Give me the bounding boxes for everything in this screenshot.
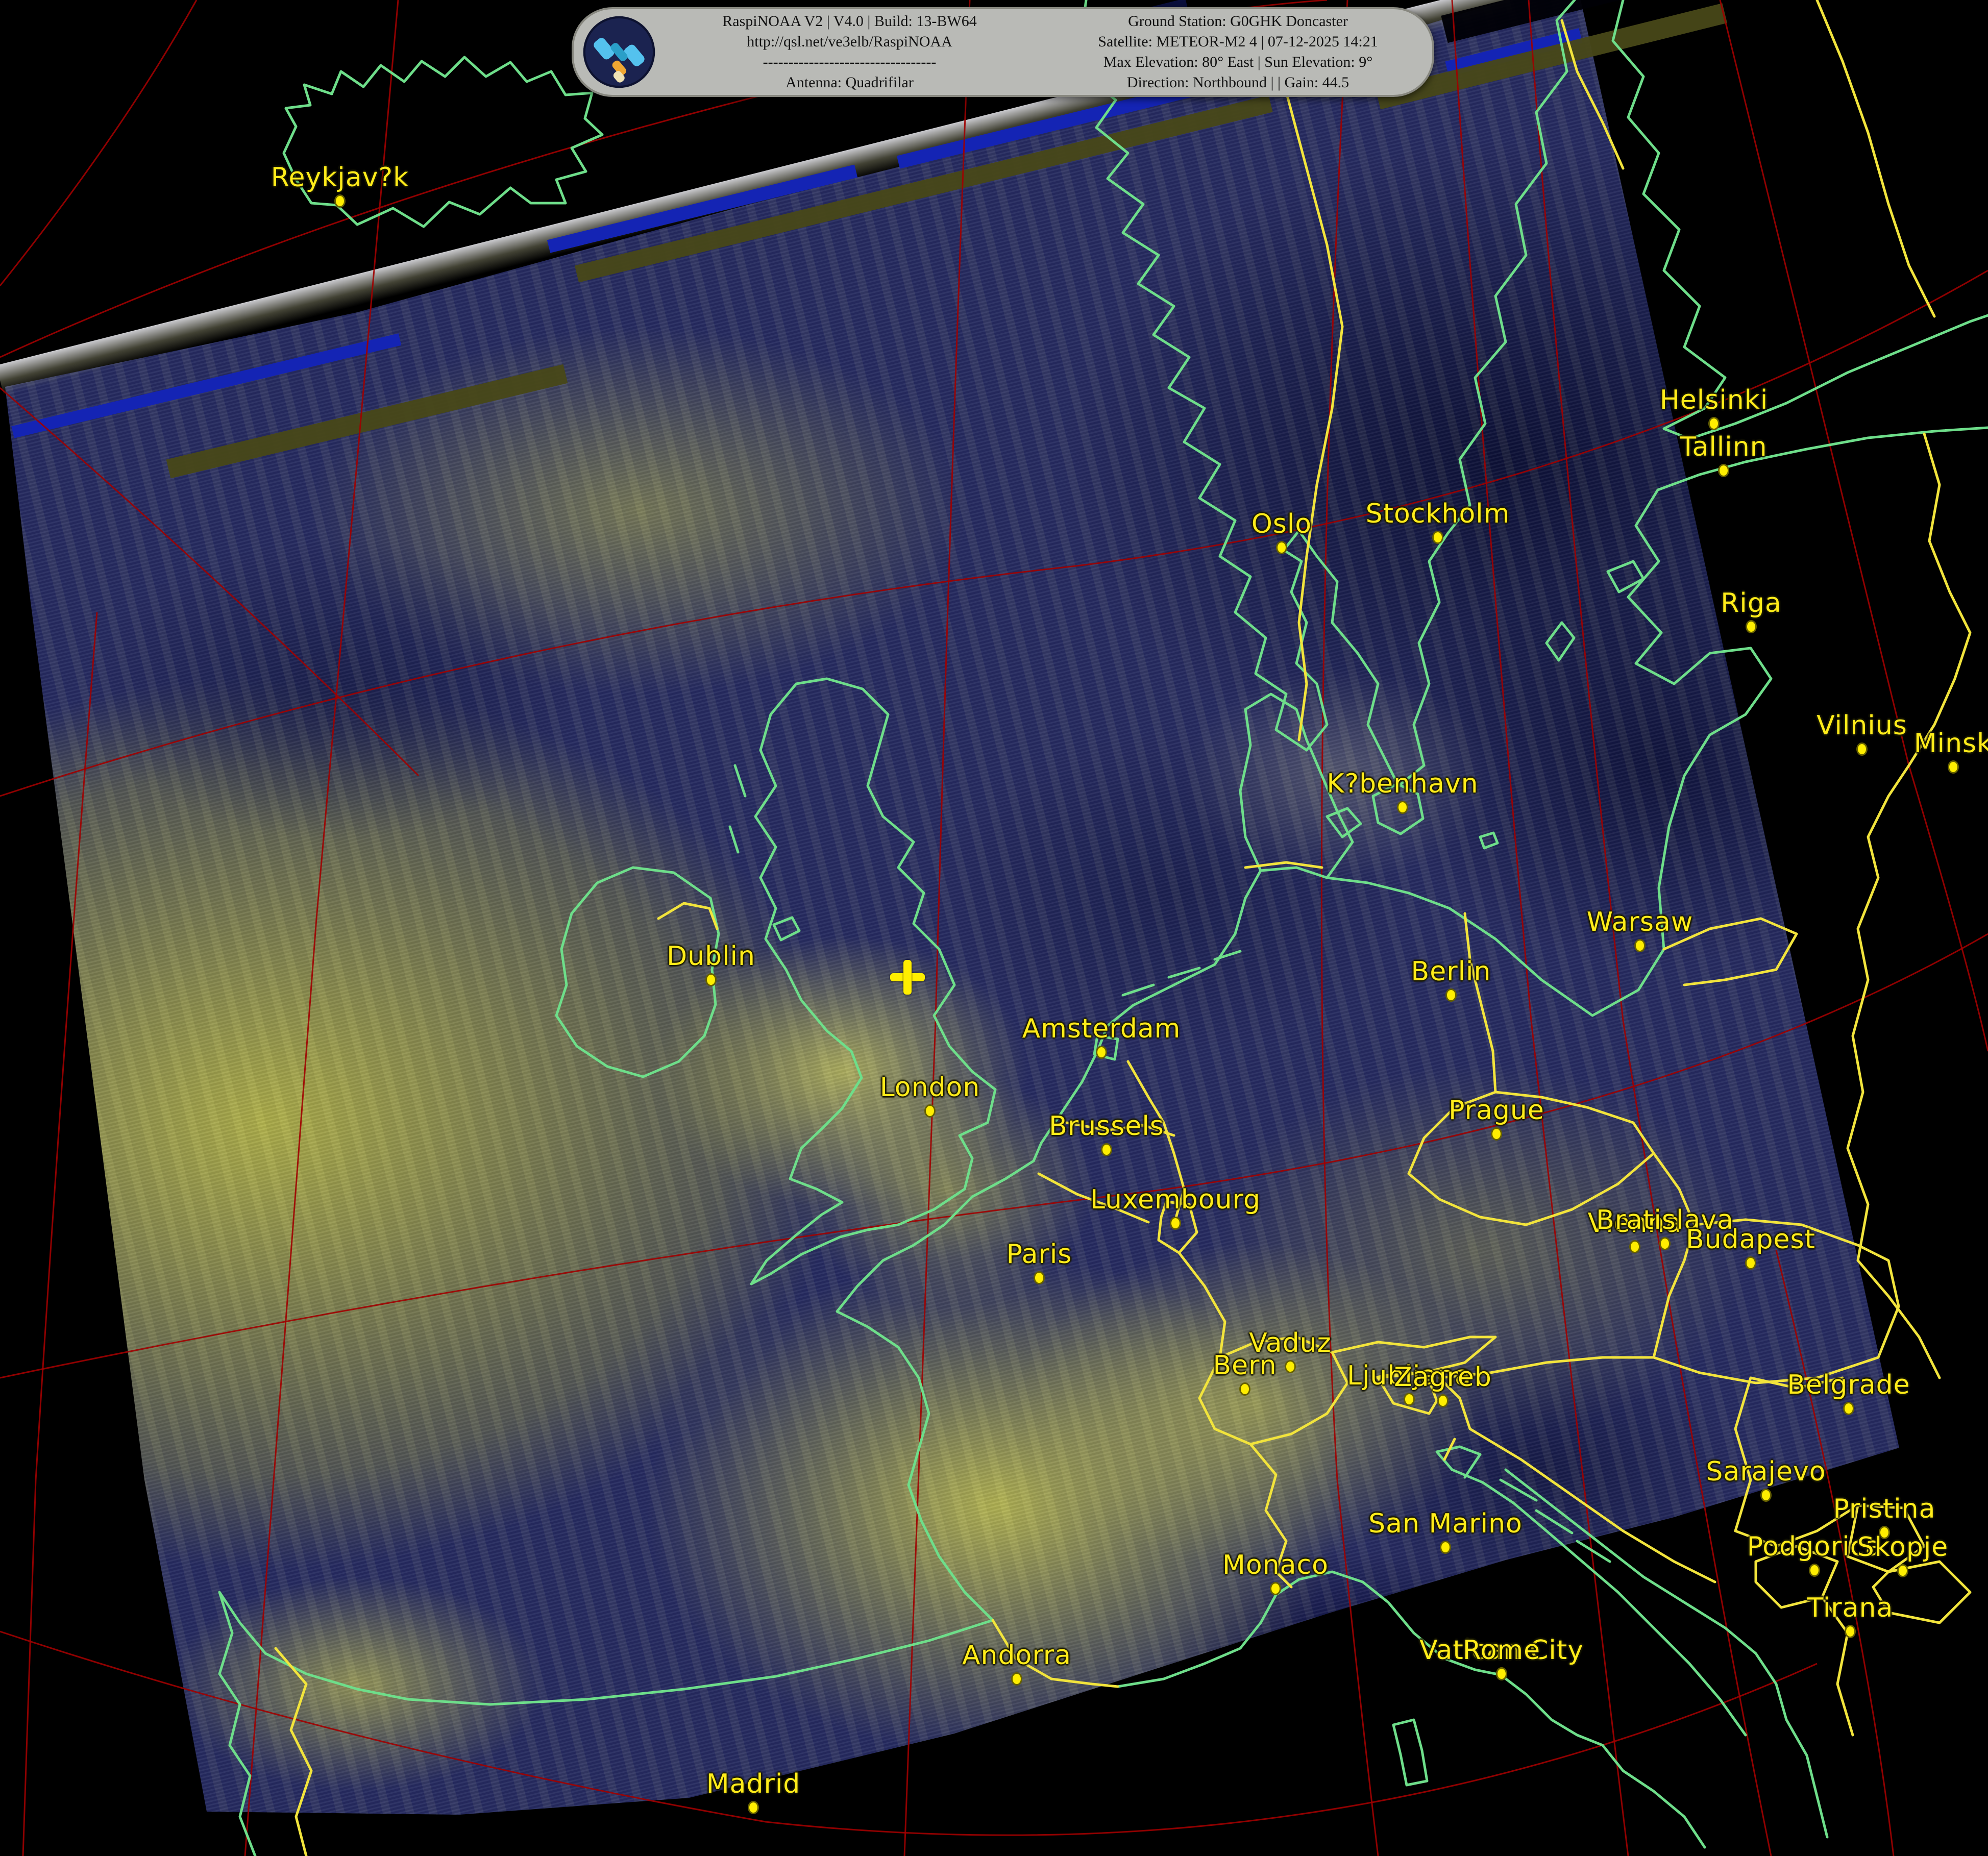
city-label: Reykjav?k xyxy=(271,162,409,193)
city-label: Belgrade xyxy=(1787,1370,1910,1400)
city-marker-dot xyxy=(1718,464,1729,477)
city-marker-dot xyxy=(1809,1564,1820,1577)
city-label: Minsk xyxy=(1914,728,1988,759)
city-label: Tirana xyxy=(1807,1593,1894,1623)
city-marker-dot xyxy=(1843,1402,1854,1415)
banner-line: Max Elevation: 80° East | Sun Elevation:… xyxy=(1044,52,1432,72)
banner-line: Antenna: Quadrifilar xyxy=(655,72,1044,93)
city-marker-dot xyxy=(1432,531,1443,544)
city-marker-dot xyxy=(1276,541,1287,554)
city-marker-dot xyxy=(1440,1541,1451,1554)
city-marker-dot xyxy=(1397,801,1408,814)
raspinoaa-capture-screen: Reykjav?k Oslo Stockholm Helsinki Tallinn Rig… xyxy=(0,0,1988,1856)
city-label: Rome xyxy=(1463,1635,1540,1666)
banner-line: Ground Station: G0GHK Doncaster xyxy=(1044,11,1432,32)
city-label: Stockholm xyxy=(1366,499,1510,529)
city-label: Monaco xyxy=(1222,1550,1329,1580)
city-marker-dot xyxy=(1897,1564,1908,1577)
city-marker-dot xyxy=(1445,988,1457,1002)
cross-bar xyxy=(903,960,912,995)
banner-left-column: RaspiNOAA V2 | V4.0 | Build: 13-BW64 htt… xyxy=(655,11,1044,93)
city-marker-dot xyxy=(705,973,717,986)
city-label: Skopje xyxy=(1857,1532,1949,1563)
city-marker-dot xyxy=(1404,1393,1415,1406)
info-banner: RaspiNOAA V2 | V4.0 | Build: 13-BW64 htt… xyxy=(572,7,1434,97)
city-marker-dot xyxy=(1708,417,1720,430)
city-marker-dot xyxy=(1659,1237,1671,1250)
city-marker-dot xyxy=(1437,1394,1449,1407)
city-label: Oslo xyxy=(1251,509,1312,539)
city-label: Helsinki xyxy=(1660,385,1769,415)
city-label: Zagreb xyxy=(1394,1362,1492,1393)
city-label: Andorra xyxy=(962,1640,1071,1671)
city-marker-dot xyxy=(1270,1582,1281,1595)
city-marker-dot xyxy=(1239,1382,1250,1396)
city-marker-dot xyxy=(1856,743,1868,756)
city-marker-dot xyxy=(1170,1217,1181,1230)
city-marker-dot xyxy=(1011,1672,1022,1686)
city-marker-dot xyxy=(1845,1625,1856,1638)
city-marker-dot xyxy=(1745,1256,1756,1270)
city-label: Bern xyxy=(1213,1350,1277,1381)
banner-line: Satellite: METEOR-M2 4 | 07-12-2025 14:2… xyxy=(1044,32,1432,52)
city-marker-dot xyxy=(1101,1143,1112,1156)
city-label: Riga xyxy=(1721,588,1781,618)
city-marker-dot xyxy=(748,1801,759,1814)
banner-right-column: Ground Station: G0GHK Doncaster Satellit… xyxy=(1044,11,1432,93)
city-marker-dot xyxy=(1496,1667,1507,1680)
city-label: Dublin xyxy=(667,941,755,972)
city-marker-dot xyxy=(1760,1489,1772,1502)
city-marker-dot xyxy=(334,194,346,208)
city-label: Sarajevo xyxy=(1706,1456,1826,1487)
city-label: Vilnius xyxy=(1817,710,1907,741)
country-borders xyxy=(276,0,1970,1856)
banner-line: Direction: Northbound | | Gain: 44.5 xyxy=(1044,72,1432,93)
city-marker-dot xyxy=(1629,1240,1640,1253)
city-label: Prague xyxy=(1449,1095,1544,1126)
city-label: Warsaw xyxy=(1587,907,1694,937)
city-label: Luxembourg xyxy=(1090,1184,1261,1215)
raspinoaa-logo-icon xyxy=(583,16,655,88)
city-marker-dot xyxy=(1948,760,1959,774)
city-marker-dot xyxy=(924,1104,936,1118)
city-label: Paris xyxy=(1007,1239,1072,1270)
banner-separator: ---------------------------------- xyxy=(655,52,1044,72)
coastlines xyxy=(219,0,1988,1856)
city-label: Budapest xyxy=(1686,1224,1815,1255)
city-marker-dot xyxy=(1034,1271,1045,1284)
city-label: Madrid xyxy=(706,1769,801,1799)
city-label: Tallinn xyxy=(1680,432,1767,462)
city-label: Pristina xyxy=(1833,1494,1935,1524)
city-label: K?benhavn xyxy=(1327,769,1478,799)
banner-line: RaspiNOAA V2 | V4.0 | Build: 13-BW64 xyxy=(655,11,1044,32)
city-marker-dot xyxy=(1746,620,1757,633)
banner-line: http://qsl.net/ve3elb/RaspiNOAA xyxy=(655,32,1044,52)
city-label: Amsterdam xyxy=(1022,1013,1181,1044)
city-label: San Marino xyxy=(1368,1508,1523,1539)
city-marker-dot xyxy=(1285,1360,1296,1373)
city-marker-dot xyxy=(1634,939,1646,952)
city-label: Berlin xyxy=(1411,956,1491,987)
city-label: London xyxy=(880,1072,980,1103)
city-marker-dot xyxy=(1491,1127,1502,1141)
city-marker-dot xyxy=(1096,1046,1107,1059)
city-label: Brussels xyxy=(1049,1111,1164,1142)
